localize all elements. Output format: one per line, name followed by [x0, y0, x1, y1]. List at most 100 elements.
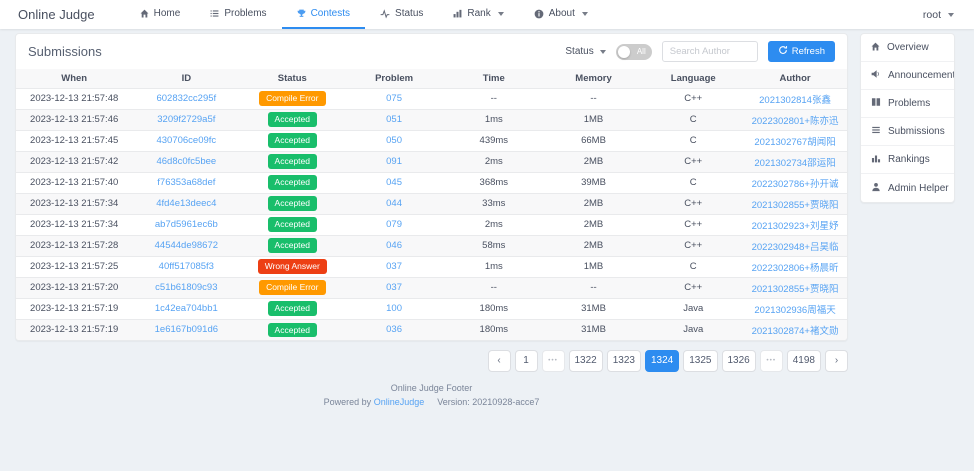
- problem-link[interactable]: 044: [386, 198, 402, 209]
- status-filter-label: Status: [565, 46, 593, 57]
- status-badge: Accepted: [268, 175, 317, 190]
- author-link[interactable]: 2022302806+杨晨昕: [752, 263, 839, 274]
- nav-item-label: Problems: [224, 8, 266, 19]
- submission-id-link[interactable]: ab7d5961ec6b: [155, 219, 218, 230]
- submission-id-link[interactable]: 1c42ea704bb1: [155, 303, 218, 314]
- admin-icon: [871, 182, 881, 195]
- when-cell: 2023-12-13 21:57:42: [16, 151, 132, 172]
- page-button-1323[interactable]: 1323: [607, 350, 641, 372]
- chart-icon: [453, 9, 462, 18]
- submission-id-link[interactable]: 44544de98672: [155, 240, 218, 251]
- page-button-4198[interactable]: 4198: [787, 350, 821, 372]
- contest-sidebar: OverviewAnnouncementsProblemsSubmissions…: [860, 33, 955, 203]
- when-cell: 2023-12-13 21:57:20: [16, 277, 132, 298]
- onlinejudge-link[interactable]: OnlineJudge: [374, 397, 425, 407]
- problem-link[interactable]: 091: [386, 156, 402, 167]
- mine-all-toggle[interactable]: All: [616, 44, 652, 60]
- username: root: [923, 9, 941, 21]
- sidebar-item-problems[interactable]: Problems: [861, 90, 954, 118]
- language-cell: Java: [643, 298, 743, 319]
- language-cell: C++: [643, 214, 743, 235]
- nav-item-about[interactable]: About: [519, 0, 603, 29]
- problem-link[interactable]: 050: [386, 135, 402, 146]
- sidebar-item-submissions[interactable]: Submissions: [861, 118, 954, 146]
- table-row: 2023-12-13 21:57:4246d8c0fc5beeAccepted0…: [16, 151, 847, 172]
- submission-id-link[interactable]: 40ff517085f3: [159, 261, 214, 272]
- language-cell: C: [643, 256, 743, 277]
- problem-link[interactable]: 079: [386, 219, 402, 230]
- home-icon: [871, 42, 880, 54]
- author-link[interactable]: 2021302767胡闻阳: [754, 137, 835, 148]
- author-link[interactable]: 2021302814张鑫: [759, 95, 831, 106]
- page-button-1[interactable]: 1: [515, 350, 538, 372]
- problem-link[interactable]: 051: [386, 114, 402, 125]
- column-header-id: ID: [132, 69, 240, 88]
- main-area: Submissions Status All Refresh: [0, 29, 974, 410]
- nav-item-contests[interactable]: Contests: [282, 0, 365, 29]
- author-link[interactable]: 2021302874+褚文勋: [752, 326, 839, 337]
- time-cell: 1ms: [444, 109, 544, 130]
- when-cell: 2023-12-13 21:57:45: [16, 130, 132, 151]
- table-row: 2023-12-13 21:57:34ab7d5961ec6bAccepted0…: [16, 214, 847, 235]
- author-link[interactable]: 2021302923+刘星妤: [752, 221, 839, 232]
- nav-item-rank[interactable]: Rank: [438, 0, 518, 29]
- submission-id-link[interactable]: 46d8c0fc5bee: [156, 156, 216, 167]
- chevron-down-icon: [498, 12, 504, 16]
- page-button-1326[interactable]: 1326: [722, 350, 756, 372]
- nav-item-label: Home: [154, 8, 181, 19]
- sidebar-item-admin-helper[interactable]: Admin Helper: [861, 174, 954, 202]
- column-header-time: Time: [444, 69, 544, 88]
- problem-link[interactable]: 045: [386, 177, 402, 188]
- page-button-1324[interactable]: 1324: [645, 350, 679, 372]
- problem-link[interactable]: 046: [386, 240, 402, 251]
- nav-item-status[interactable]: Status: [365, 0, 438, 29]
- nav-item-problems[interactable]: Problems: [195, 0, 281, 29]
- time-cell: 368ms: [444, 172, 544, 193]
- sidebar-item-rankings[interactable]: Rankings: [861, 146, 954, 174]
- column-header-author: Author: [743, 69, 847, 88]
- toggle-label: All: [637, 46, 646, 58]
- submission-id-link[interactable]: 3209f2729a5f: [157, 114, 215, 125]
- author-link[interactable]: 2021302936周福天: [754, 305, 835, 316]
- table-row: 2023-12-13 21:57:40f76353a68defAccepted0…: [16, 172, 847, 193]
- page-button-1322[interactable]: 1322: [569, 350, 603, 372]
- problem-link[interactable]: 100: [386, 303, 402, 314]
- submission-id-link[interactable]: 430706ce09fc: [156, 135, 216, 146]
- author-link[interactable]: 2021302855+贾晓阳: [752, 200, 839, 211]
- submission-id-link[interactable]: 602832cc295f: [156, 93, 216, 104]
- submission-id-link[interactable]: 1e6167b091d6: [155, 324, 218, 335]
- brand[interactable]: Online Judge: [18, 7, 95, 22]
- problem-link[interactable]: 037: [386, 282, 402, 293]
- status-filter-dropdown[interactable]: Status: [565, 46, 605, 57]
- nav-item-home[interactable]: Home: [125, 0, 196, 29]
- problem-link[interactable]: 036: [386, 324, 402, 335]
- sidebar-item-overview[interactable]: Overview: [861, 34, 954, 62]
- author-link[interactable]: 2022302786+孙开诚: [752, 179, 839, 190]
- sidebar-item-announcements[interactable]: Announcements: [861, 62, 954, 90]
- author-link[interactable]: 2021302855+贾晓阳: [752, 284, 839, 295]
- user-menu[interactable]: root: [923, 9, 954, 21]
- when-cell: 2023-12-13 21:57:19: [16, 319, 132, 340]
- author-link[interactable]: 2021302734邵运阳: [754, 158, 835, 169]
- panel-header: Submissions Status All Refresh: [16, 34, 847, 69]
- refresh-button[interactable]: Refresh: [768, 41, 835, 62]
- problem-link[interactable]: 075: [386, 93, 402, 104]
- megaphone-icon: [871, 69, 881, 82]
- trophy-icon: [297, 9, 306, 18]
- time-cell: --: [444, 277, 544, 298]
- time-cell: 58ms: [444, 235, 544, 256]
- next-page-button[interactable]: ›: [825, 350, 848, 372]
- submission-id-link[interactable]: 4fd4e13deec4: [156, 198, 216, 209]
- search-author-input[interactable]: [662, 41, 758, 62]
- prev-page-button[interactable]: ‹: [488, 350, 511, 372]
- author-link[interactable]: 2022302801+陈亦迅: [752, 116, 839, 127]
- problem-link[interactable]: 037: [386, 261, 402, 272]
- author-link[interactable]: 2022302948+吕昊临: [752, 242, 839, 253]
- status-badge: Accepted: [268, 238, 317, 253]
- column-header-memory: Memory: [544, 69, 644, 88]
- submission-id-link[interactable]: f76353a68def: [157, 177, 215, 188]
- column-header-status: Status: [240, 69, 344, 88]
- status-badge: Accepted: [268, 112, 317, 127]
- page-button-1325[interactable]: 1325: [683, 350, 717, 372]
- submission-id-link[interactable]: c51b61809c93: [155, 282, 217, 293]
